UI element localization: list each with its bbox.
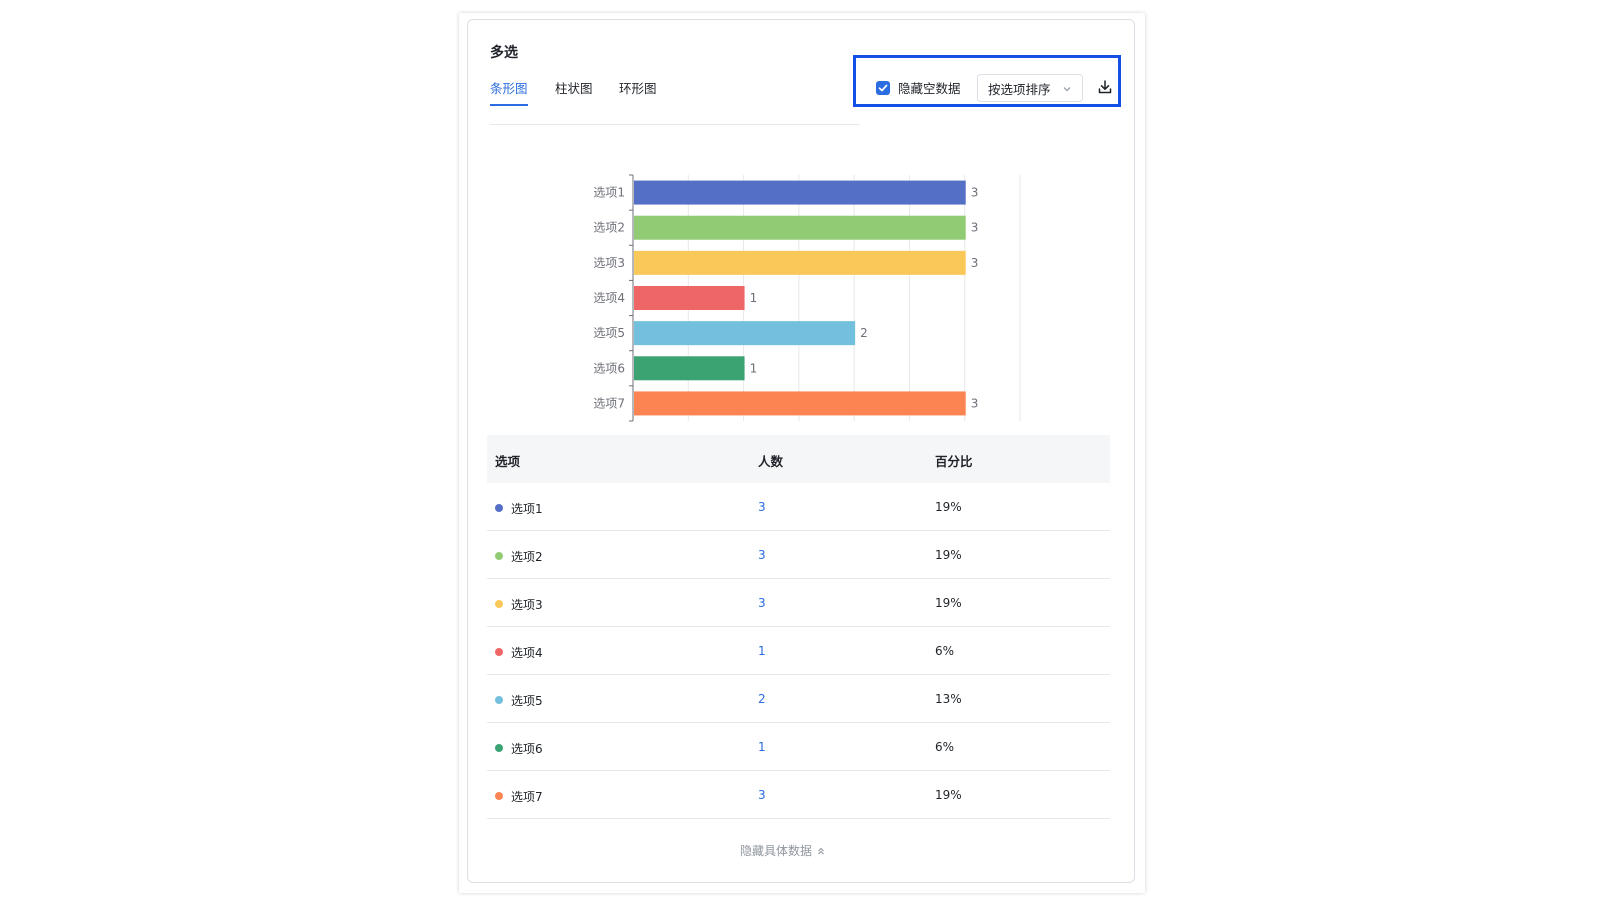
count-link[interactable]: 1 — [758, 644, 766, 658]
table-row: 选项2 3 19% — [487, 531, 1110, 579]
legend-dot — [495, 696, 503, 704]
checkbox-checked-icon[interactable] — [876, 80, 890, 95]
legend-dot — [495, 744, 503, 752]
tab-column-chart[interactable]: 柱状图 — [555, 78, 593, 104]
percent-cell: 6% — [935, 740, 955, 754]
option-cell: 选项3 — [511, 598, 543, 612]
count-link[interactable]: 2 — [758, 692, 766, 706]
hide-empty-label: 隐藏空数据 — [898, 81, 961, 96]
header-option: 选项 — [495, 454, 521, 469]
table-row: 选项3 3 19% — [487, 579, 1110, 627]
option-cell: 选项4 — [511, 646, 543, 660]
sort-select-value: 按选项排序 — [988, 81, 1051, 97]
option-cell: 选项1 — [511, 502, 543, 516]
hide-detail-data-label: 隐藏具体数据 — [740, 844, 813, 858]
tab-ring-chart[interactable]: 环形图 — [619, 78, 657, 104]
count-link[interactable]: 3 — [758, 596, 766, 610]
table-row: 选项7 3 19% — [487, 771, 1110, 819]
table-row: 选项6 1 6% — [487, 723, 1110, 771]
hide-empty-checkbox[interactable]: 隐藏空数据 — [876, 78, 961, 97]
table-row: 选项4 1 6% — [487, 627, 1110, 675]
table-row: 选项5 2 13% — [487, 675, 1110, 723]
percent-cell: 13% — [935, 692, 962, 706]
option-cell: 选项6 — [511, 742, 543, 756]
count-link[interactable]: 3 — [758, 548, 766, 562]
hide-detail-data-toggle[interactable]: 隐藏具体数据 — [740, 842, 826, 859]
percent-cell: 19% — [935, 596, 962, 610]
table-body: 选项1 3 19% 选项2 3 19% 选项3 3 19% 选项4 1 6% 选项5 2 13% 选项6 1 6%… — [487, 483, 1110, 819]
count-link[interactable]: 3 — [758, 788, 766, 802]
legend-dot — [495, 600, 503, 608]
percent-cell: 6% — [935, 644, 955, 658]
chevron-down-icon — [1063, 87, 1071, 92]
count-link[interactable]: 1 — [758, 740, 766, 754]
option-cell: 选项7 — [511, 790, 543, 804]
legend-dot — [495, 792, 503, 800]
option-cell: 选项5 — [511, 694, 543, 708]
chart-type-tabs: 条形图 柱状图 环形图 — [490, 78, 860, 125]
legend-dot — [495, 648, 503, 656]
percent-cell: 19% — [935, 500, 962, 514]
tab-bar-chart[interactable]: 条形图 — [490, 78, 528, 106]
table-header: 选项 人数 百分比 — [487, 435, 1110, 483]
option-cell: 选项2 — [511, 550, 543, 564]
download-icon[interactable] — [1097, 79, 1113, 95]
data-table: 选项 人数 百分比 选项1 3 19% 选项2 3 19% 选项3 3 19% 选项4 1 6% 选项5… — [487, 435, 1110, 819]
header-percent: 百分比 — [935, 454, 973, 469]
card-title: 多选 — [490, 45, 518, 61]
sort-select[interactable]: 按选项排序 — [977, 74, 1083, 102]
double-chevron-up-icon — [818, 847, 824, 854]
legend-dot — [495, 552, 503, 560]
header-count: 人数 — [758, 454, 784, 469]
legend-dot — [495, 504, 503, 512]
percent-cell: 19% — [935, 788, 962, 802]
table-row: 选项1 3 19% — [487, 483, 1110, 531]
count-link[interactable]: 3 — [758, 500, 766, 514]
percent-cell: 19% — [935, 548, 962, 562]
